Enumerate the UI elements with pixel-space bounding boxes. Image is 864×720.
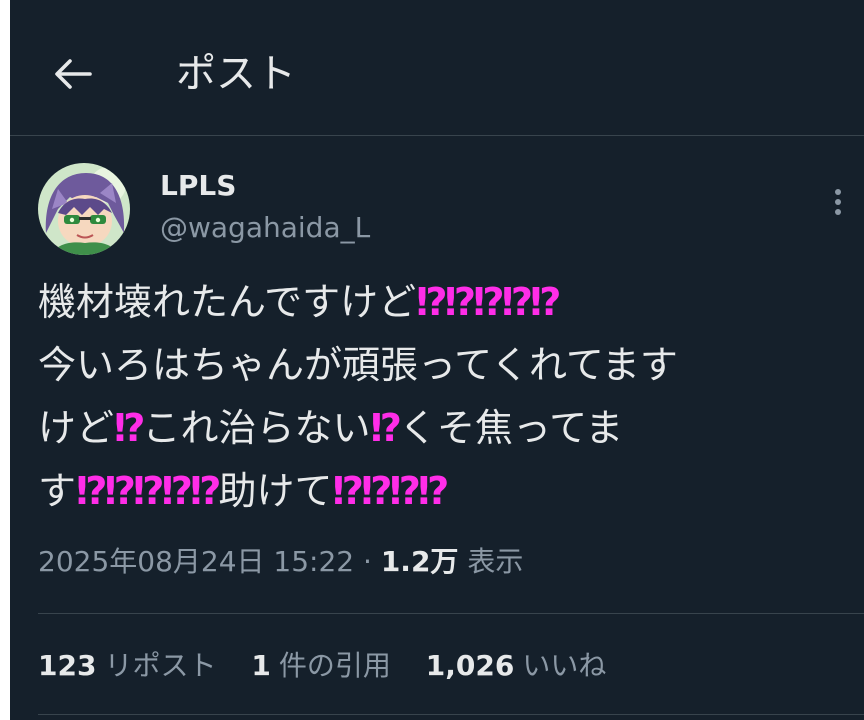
stat-likes[interactable]: 1,026 いいね: [426, 646, 607, 686]
tweet-meta: 2025年08月24日 15:22 · 1.2万 表示: [38, 542, 523, 582]
stat-label: リポスト: [104, 649, 217, 682]
more-options-button[interactable]: [824, 184, 852, 224]
divider-top: [38, 613, 864, 614]
tweet-line: けど⁉これ治らない⁉くそ焦ってま: [38, 397, 864, 460]
tweet-text: 機材壊れたんですけど⁉⁉⁉⁉⁉ 今いろはちゃんが頑張ってくれてます けど⁉これ治らな…: [38, 271, 864, 523]
vertical-ellipsis-icon: [835, 189, 841, 215]
arrow-left-icon: [55, 59, 92, 89]
top-header: ポスト: [10, 0, 864, 136]
tweet-line: す⁉⁉⁉⁉⁉助けて⁉⁉⁉⁉: [38, 460, 864, 523]
views-label: 表示: [467, 545, 524, 578]
back-button[interactable]: [50, 52, 94, 96]
stat-label: 件の引用: [278, 649, 391, 682]
tweet-text-segment: けど: [38, 406, 115, 450]
timestamp[interactable]: 2025年08月24日 15:22: [38, 545, 354, 578]
exclamation-question-emoji: ⁉⁉⁉⁉: [332, 469, 449, 513]
tweet-text-segment: す: [38, 469, 77, 513]
avatar-image: [38, 163, 130, 255]
author-display-name[interactable]: LPLS: [160, 167, 236, 205]
tweet-line: 機材壊れたんですけど⁉⁉⁉⁉⁉: [38, 271, 864, 334]
meta-separator: ·: [363, 545, 372, 578]
views-count: 1.2万: [380, 545, 459, 578]
tweet-text-segment: 今いろはちゃんが頑張ってくれてます: [38, 343, 678, 387]
engagement-stats: 123 リポスト 1 件の引用 1,026 いいね: [38, 646, 632, 686]
stat-count: 1,026: [425, 649, 515, 682]
tweet-text-segment: 助けて: [218, 469, 333, 513]
author-handle[interactable]: @wagahaida_L: [160, 209, 370, 247]
tweet-text-segment: これ治らない: [142, 406, 371, 450]
avatar[interactable]: [38, 163, 130, 255]
divider-bottom: [38, 714, 864, 715]
stat-quotes[interactable]: 1 件の引用: [251, 646, 391, 686]
stat-count: 123: [38, 649, 97, 682]
exclamation-question-emoji: ⁉: [114, 406, 145, 450]
stat-label: いいね: [522, 649, 607, 682]
post-page: ポスト LPLS @wagahaida_L 機材壊れたんですけど⁉⁉⁉⁉⁉ 今いろ…: [10, 0, 864, 720]
tweet-text-segment: くそ焦ってま: [399, 406, 624, 450]
stat-reposts[interactable]: 123 リポスト: [38, 646, 216, 686]
exclamation-question-emoji: ⁉⁉⁉⁉⁉: [416, 280, 561, 324]
exclamation-question-emoji: ⁉: [370, 406, 402, 450]
page-title: ポスト: [176, 51, 296, 97]
tweet-line: 今いろはちゃんが頑張ってくれてます: [38, 334, 864, 397]
exclamation-question-emoji: ⁉⁉⁉⁉⁉: [76, 469, 221, 513]
stat-count: 1: [251, 649, 271, 682]
tweet-text-segment: 機材壊れたんですけど: [38, 280, 417, 324]
